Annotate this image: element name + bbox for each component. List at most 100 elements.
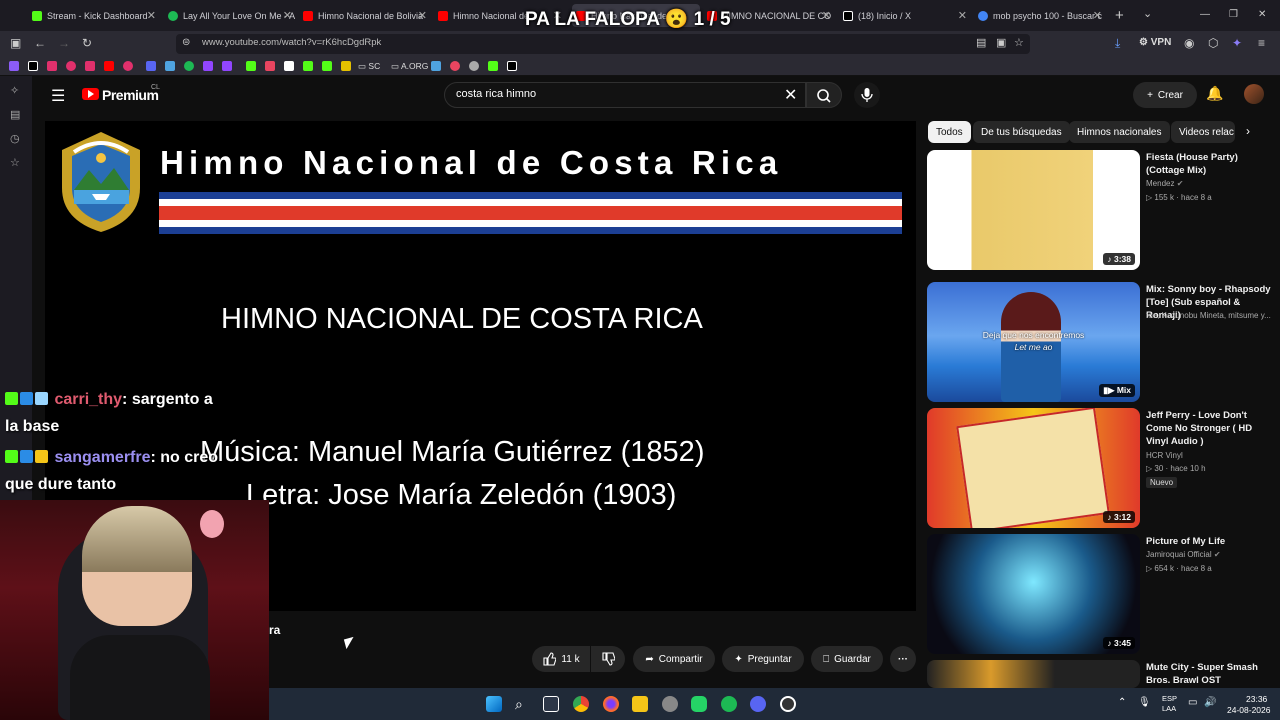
- pip-icon[interactable]: ▣: [996, 36, 1006, 49]
- youtube-brand[interactable]: Premium: [102, 87, 159, 103]
- rec-title[interactable]: Picture of My Life: [1146, 535, 1274, 548]
- browser-tab[interactable]: (18) Inicio / X ✕: [843, 4, 971, 27]
- discord-icon[interactable]: [146, 61, 156, 71]
- bookmark-icon[interactable]: [9, 61, 19, 71]
- ai-icon[interactable]: ✧: [10, 84, 19, 97]
- extensions-icon[interactable]: ⬡: [1208, 36, 1218, 50]
- ask-button[interactable]: ✦ Preguntar: [722, 646, 804, 672]
- rec-title[interactable]: Mute City - Super Smash Bros. Brawl OST: [1146, 661, 1274, 687]
- close-icon[interactable]: ✕: [283, 9, 292, 22]
- dislike-button[interactable]: [591, 646, 625, 672]
- twitch-icon[interactable]: [203, 61, 213, 71]
- network-icon[interactable]: ▭: [1188, 697, 1197, 708]
- file-explorer-icon[interactable]: [632, 696, 648, 712]
- rec-thumbnail[interactable]: ♪ 3:12: [927, 408, 1140, 528]
- clear-search-icon[interactable]: ✕: [784, 85, 797, 105]
- bookmark-icon[interactable]: [47, 61, 57, 71]
- obs-icon[interactable]: [780, 696, 796, 712]
- search-button[interactable]: [806, 82, 842, 108]
- chip-national-anthems[interactable]: Himnos nacionales: [1069, 121, 1170, 143]
- forward-icon[interactable]: →: [58, 36, 70, 50]
- app-icon[interactable]: [662, 696, 678, 712]
- bookmark-icon[interactable]: [450, 61, 460, 71]
- bookmark-icon[interactable]: [222, 61, 232, 71]
- reader-icon[interactable]: ▤: [976, 36, 986, 49]
- bookmark-icon[interactable]: [322, 61, 332, 71]
- browser-tab[interactable]: Stream - Kick Dashboard ✕: [32, 4, 160, 27]
- bookmark-icon[interactable]: [431, 61, 441, 71]
- history-icon[interactable]: ▤: [10, 108, 20, 121]
- bookmark-icon[interactable]: [66, 61, 76, 71]
- download-icon[interactable]: ⤓: [1115, 36, 1120, 51]
- hamburger-menu-icon[interactable]: ☰: [51, 86, 65, 106]
- rec-channel[interactable]: HCR Vinyl: [1146, 451, 1183, 460]
- rec-channel[interactable]: toe, Kazunobu Mineta, mitsume y...: [1146, 311, 1274, 320]
- chip-related-videos[interactable]: Videos relac: [1171, 121, 1235, 143]
- notifications-bell-icon[interactable]: 🔔: [1206, 85, 1223, 102]
- rec-thumbnail[interactable]: ♪ 3:45: [927, 534, 1140, 654]
- share-button[interactable]: ➦ Compartir: [633, 646, 715, 672]
- firefox-icon[interactable]: [603, 696, 619, 712]
- close-icon[interactable]: ✕: [958, 9, 967, 22]
- task-view-icon[interactable]: [543, 696, 559, 712]
- avatar[interactable]: [1244, 84, 1264, 104]
- close-window-button[interactable]: ✕: [1258, 9, 1266, 20]
- clock-icon[interactable]: ◷: [10, 132, 20, 145]
- bookmark-star-icon[interactable]: ☆: [1014, 36, 1024, 49]
- spotify-icon[interactable]: [721, 696, 737, 712]
- minimize-button[interactable]: —: [1200, 9, 1210, 20]
- create-button[interactable]: + Crear: [1133, 82, 1197, 108]
- chevron-right-icon[interactable]: ›: [1246, 124, 1250, 138]
- bookmark-icon[interactable]: [284, 61, 294, 71]
- search-query[interactable]: costa rica himno: [456, 88, 536, 100]
- rec-channel[interactable]: Jamiroquai Official ✔: [1146, 550, 1221, 559]
- rec-thumbnail[interactable]: [927, 660, 1140, 688]
- close-icon[interactable]: ✕: [822, 9, 831, 22]
- folder-icon[interactable]: [341, 61, 351, 71]
- language-indicator[interactable]: ESP LAA: [1162, 694, 1177, 714]
- discord-icon[interactable]: [750, 696, 766, 712]
- browser-tab[interactable]: Lay All Your Love On Me - A ✕: [168, 4, 296, 27]
- chevron-up-icon[interactable]: ⌃: [1118, 697, 1126, 708]
- rec-channel[interactable]: Mendez ✔: [1146, 179, 1183, 188]
- chip-from-searches[interactable]: De tus búsquedas: [973, 121, 1070, 143]
- browser-tab[interactable]: mob psycho 100 - Buscar c ✕: [978, 4, 1106, 27]
- rec-title[interactable]: Jeff Perry - Love Don't Come No Stronger…: [1146, 409, 1274, 448]
- tab-list-icon[interactable]: ⌄: [1143, 7, 1152, 20]
- tiktok-icon[interactable]: [28, 61, 38, 71]
- bookmark-icon[interactable]: [488, 61, 498, 71]
- rec-thumbnail[interactable]: ♪ 3:38: [927, 150, 1140, 270]
- clock-time[interactable]: 23:36: [1246, 694, 1267, 704]
- sidebar-toggle-icon[interactable]: ▣: [10, 36, 21, 50]
- browser-tab[interactable]: Himno Nacional de Bolivia ✕: [303, 4, 431, 27]
- maximize-button[interactable]: ❐: [1229, 9, 1238, 20]
- save-button[interactable]: ⎕ Guardar: [811, 646, 883, 672]
- chrome-icon[interactable]: [573, 696, 589, 712]
- more-actions-button[interactable]: ···: [890, 646, 916, 672]
- clock-date[interactable]: 24-08-2026: [1227, 705, 1270, 715]
- close-icon[interactable]: ✕: [418, 9, 427, 22]
- bookmark-icon[interactable]: [303, 61, 313, 71]
- site-info-icon[interactable]: ⊜: [182, 37, 190, 48]
- bookmark-icon[interactable]: [123, 61, 133, 71]
- star-icon[interactable]: ☆: [10, 156, 20, 169]
- close-icon[interactable]: ✕: [147, 9, 156, 22]
- whatsapp-icon[interactable]: [691, 696, 707, 712]
- bookmark-icon[interactable]: [265, 61, 275, 71]
- extension-icon[interactable]: ✦: [1232, 36, 1242, 50]
- spotify-icon[interactable]: [184, 61, 194, 71]
- bookmark-icon[interactable]: [165, 61, 175, 71]
- rec-thumbnail[interactable]: Deja que nos encontremos Let me ao ▮▶ Mi…: [927, 282, 1140, 402]
- bookmark-folder-sc[interactable]: ▭ SC: [358, 61, 380, 72]
- menu-icon[interactable]: ≡: [1258, 36, 1265, 50]
- instagram-icon[interactable]: [85, 61, 95, 71]
- search-icon[interactable]: ⌕: [515, 696, 531, 712]
- rec-title[interactable]: Fiesta (House Party) (Cottage Mix): [1146, 151, 1274, 177]
- channel-name-fragment[interactable]: ra: [269, 623, 280, 637]
- back-icon[interactable]: ←: [34, 36, 46, 50]
- kick-icon[interactable]: [246, 61, 256, 71]
- url-text[interactable]: www.youtube.com/watch?v=rK6hcDgdRpk: [202, 37, 381, 48]
- reload-icon[interactable]: ↻: [82, 36, 92, 50]
- like-button[interactable]: 11 k: [532, 646, 590, 672]
- chip-all[interactable]: Todos: [928, 121, 971, 143]
